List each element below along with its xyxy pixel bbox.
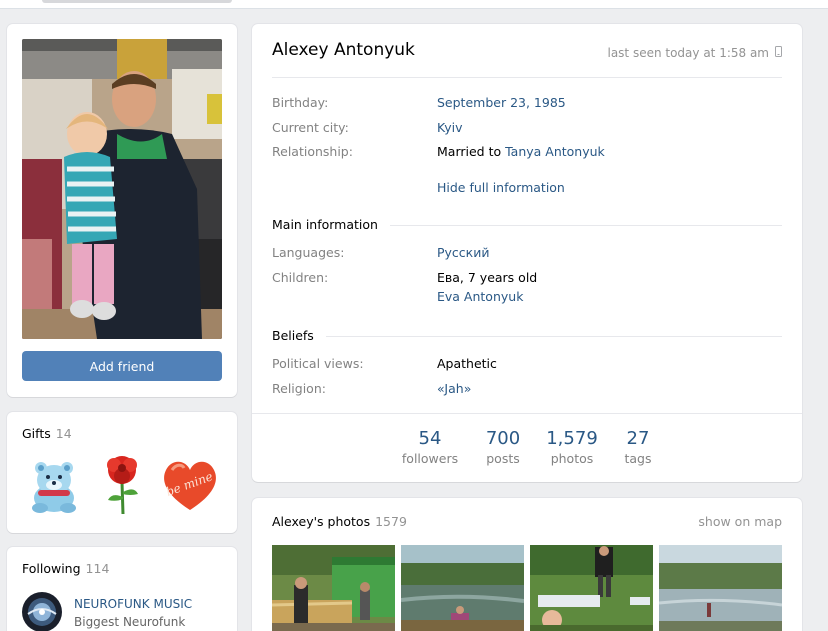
counter-posts-number: 700 [485, 428, 521, 449]
following-header[interactable]: Following 114 [22, 561, 109, 576]
counter-followers-number: 54 [418, 428, 442, 449]
photos-count: 1579 [375, 514, 407, 529]
relationship-value: Married to Tanya Antonyuk [437, 144, 605, 159]
gifts-title: Gifts [22, 426, 51, 441]
children-label: Children: [272, 270, 329, 285]
following-name-link[interactable]: NEUROFUNK MUSIC [74, 597, 192, 611]
heart-be-mine-gift-icon[interactable]: be mine [158, 452, 222, 516]
top-strip [0, 0, 828, 9]
languages-row: Languages: Русский [272, 245, 782, 263]
following-avatar[interactable] [22, 592, 62, 631]
religion-label: Religion: [272, 381, 326, 396]
header-divider [272, 77, 782, 78]
profile-photo-image [22, 39, 222, 339]
show-on-map-link[interactable]: show on map [698, 514, 782, 529]
child-2-link[interactable]: Eva Antonyuk [437, 289, 523, 304]
bear-gift-icon[interactable] [22, 452, 86, 516]
hide-full-info-link[interactable]: Hide full information [437, 180, 565, 195]
profile-info-card: Alexey Antonyuk last seen today at 1:58 … [252, 24, 802, 482]
profile-name: Alexey Antonyuk [272, 40, 415, 60]
add-friend-button[interactable]: Add friend [22, 351, 222, 381]
city-value-link[interactable]: Kyiv [437, 120, 463, 135]
main-info-title: Main information [272, 217, 390, 232]
mobile-phone-icon [775, 46, 782, 60]
counter-tags[interactable]: 27 tags [614, 428, 662, 466]
relationship-prefix: Married to [437, 144, 506, 159]
photo-thumbnail-3[interactable] [530, 545, 653, 631]
rose-gift-icon[interactable] [90, 452, 154, 516]
following-title: Following [22, 561, 81, 576]
counter-tags-label: tags [624, 451, 652, 466]
following-subtitle: Biggest Neurofunk [74, 615, 186, 629]
photo-thumbnail-2[interactable] [401, 545, 524, 631]
partner-link[interactable]: Tanya Antonyuk [505, 144, 605, 159]
religion-row: Religion: «Jah» [272, 381, 782, 399]
languages-value-link[interactable]: Русский [437, 245, 489, 260]
profile-counters: 54 followers 700 posts 1,579 photos 27 t… [252, 413, 802, 482]
top-strip-fragment [42, 0, 232, 3]
gifts-header[interactable]: Gifts 14 [22, 426, 72, 441]
counter-tags-number: 27 [626, 428, 650, 449]
profile-photo[interactable] [22, 39, 222, 339]
city-row: Current city: Kyiv [272, 120, 782, 138]
counter-posts-label: posts [486, 451, 520, 466]
counter-photos-number: 1,579 [546, 428, 598, 449]
following-card: Following 114 NEUROFUNK MUSIC Biggest Neu… [7, 547, 237, 631]
counter-posts[interactable]: 700 posts [472, 428, 534, 466]
birthday-label: Birthday: [272, 95, 329, 110]
last-seen-status: last seen today at 1:58 am [607, 46, 782, 60]
birthday-row: Birthday: September 23, 1985 [272, 95, 782, 113]
relationship-row: Relationship: Married to Tanya Antonyuk [272, 144, 782, 162]
photos-title: Alexey's photos [272, 514, 371, 529]
following-count: 114 [85, 561, 110, 576]
gifts-count: 14 [55, 426, 72, 441]
children-row: Children: Ева, 7 years old [272, 270, 782, 288]
religion-value-link[interactable]: «Jah» [437, 381, 471, 396]
city-label: Current city: [272, 120, 349, 135]
photos-card: Alexey's photos 1579 show on map [252, 498, 802, 631]
counter-photos-label: photos [550, 451, 594, 466]
relationship-label: Relationship: [272, 144, 353, 159]
counter-photos[interactable]: 1,579 photos [542, 428, 602, 466]
children-row-2: Eva Antonyuk [272, 289, 782, 307]
gifts-card: Gifts 14 be mine [7, 412, 237, 533]
avatar-card: Add friend [7, 24, 237, 397]
political-label: Political views: [272, 356, 364, 371]
last-seen-text: last seen today at 1:58 am [607, 46, 769, 60]
counter-followers[interactable]: 54 followers [394, 428, 466, 466]
photos-header[interactable]: Alexey's photos 1579 [272, 514, 407, 529]
political-value: Apathetic [437, 356, 497, 371]
beliefs-title: Beliefs [272, 328, 326, 343]
birthday-value-link[interactable]: September 23, 1985 [437, 95, 566, 110]
photo-thumbnail-4[interactable] [659, 545, 782, 631]
photo-thumbnail-1[interactable] [272, 545, 395, 631]
languages-label: Languages: [272, 245, 345, 260]
child-1: Ева, 7 years old [437, 270, 538, 285]
political-row: Political views: Apathetic [272, 356, 782, 374]
beliefs-divider [272, 336, 782, 337]
counter-followers-label: followers [401, 451, 459, 466]
